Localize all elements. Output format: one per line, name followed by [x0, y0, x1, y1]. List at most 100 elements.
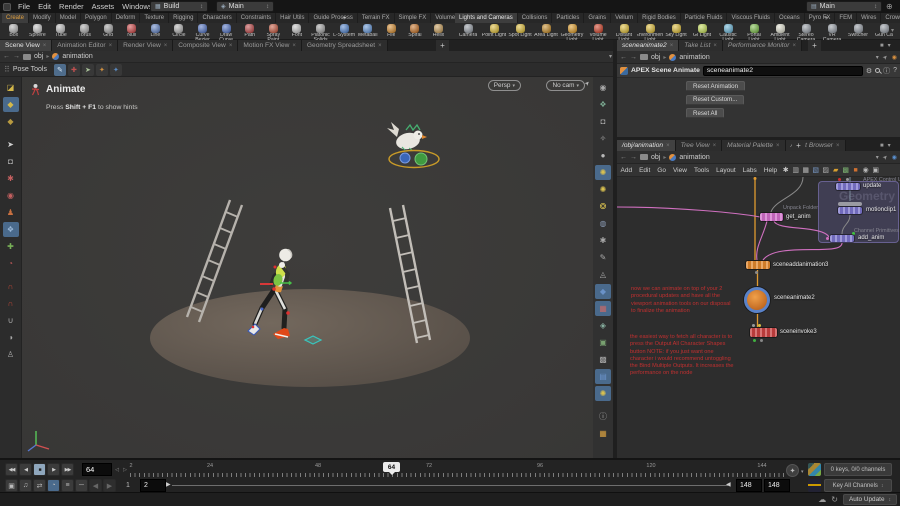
pane-tab[interactable]: Take List ×: [679, 40, 723, 51]
display-option-icon[interactable]: ⓘ: [595, 409, 611, 424]
display-option-icon[interactable]: ▦: [595, 301, 611, 316]
no-cam-dropdown[interactable]: No cam ▾: [546, 80, 585, 91]
pane-menu[interactable]: ■ ▾: [876, 40, 895, 51]
shelf-tool[interactable]: Path: [238, 23, 262, 40]
pane-tab[interactable]: Animation Editor ×: [52, 40, 119, 51]
shelf-tab[interactable]: Vellum: [611, 13, 639, 23]
shelf-tool[interactable]: Geometry Light: [559, 23, 585, 40]
shelf-tab[interactable]: Hair Utils: [276, 13, 310, 23]
close-icon[interactable]: ×: [670, 43, 674, 49]
shelf-tab[interactable]: Texture: [140, 13, 170, 23]
node-input-dot[interactable]: [826, 237, 829, 240]
viewport-canvas[interactable]: Animate Press Shift + F1 to show hints P…: [22, 77, 593, 458]
desktop-main-dropdown[interactable]: ▤ Main ↕: [806, 1, 882, 12]
network-editor-canvas[interactable]: Geometry APEX Control Update Parm update…: [617, 177, 900, 458]
network-toolbar-icon[interactable]: ▦: [801, 165, 811, 175]
playbar-option-icon[interactable]: ≡: [61, 479, 74, 492]
cloud-icon[interactable]: ☁: [818, 495, 826, 504]
node-sceneaddanimation3[interactable]: [746, 261, 770, 269]
menu-item[interactable]: Edit: [34, 2, 55, 11]
network-toolbar-icon[interactable]: ✱: [781, 165, 791, 175]
shelf-tab[interactable]: Modify: [29, 13, 56, 23]
close-icon[interactable]: ×: [43, 43, 47, 49]
playbar-option-icon[interactable]: ◀: [89, 479, 102, 492]
shelf-tab[interactable]: Crowds: [881, 13, 900, 23]
range-slider-right-handle[interactable]: ◀: [726, 481, 731, 488]
playbar-option-icon[interactable]: ⇄: [33, 479, 46, 492]
shelf-tab[interactable]: Guide Process: [309, 13, 358, 23]
shelf-tool[interactable]: Spot Light: [507, 23, 533, 40]
playhead[interactable]: 64: [383, 462, 400, 475]
node-bypass-dot[interactable]: [760, 339, 763, 342]
snapshot-icon[interactable]: ◉: [892, 154, 897, 161]
pin-icon[interactable]: ➤: [881, 53, 890, 61]
back-icon[interactable]: ←: [620, 154, 627, 161]
shelf-tool[interactable]: Helix: [427, 23, 451, 40]
tool-icon[interactable]: ◘: [3, 154, 19, 169]
tool-icon[interactable]: ◪: [3, 80, 19, 95]
shelf-tool[interactable]: Grid: [96, 23, 120, 40]
menu-item[interactable]: File: [14, 2, 34, 11]
close-icon[interactable]: ×: [713, 143, 717, 149]
reset-animation-button[interactable]: Reset Animation: [686, 81, 746, 91]
global-range-end-field[interactable]: [764, 479, 790, 492]
search-icon[interactable]: [875, 68, 881, 73]
network-menu-item[interactable]: Go: [654, 167, 670, 174]
pane-tab[interactable]: Performance Monitor ×: [722, 40, 803, 51]
close-icon[interactable]: ×: [793, 43, 797, 49]
network-toolbar-icon[interactable]: ▩: [841, 165, 851, 175]
shelf-tab[interactable]: Particles: [552, 13, 585, 23]
shelf-tab[interactable]: Terrain FX: [357, 13, 395, 23]
shelf-tool[interactable]: Volume Light: [585, 23, 611, 40]
shelf-tool[interactable]: Switcher: [845, 23, 871, 40]
reset-custom-button[interactable]: Reset Custom...: [686, 94, 745, 105]
display-option-icon[interactable]: ◬: [595, 267, 611, 282]
network-menu-item[interactable]: Edit: [636, 167, 654, 174]
gallery-icon[interactable]: ◉: [892, 54, 897, 61]
shelf-tool[interactable]: Portal Light: [741, 23, 767, 40]
shelf-tab[interactable]: Deform: [111, 13, 141, 23]
display-option-icon[interactable]: ◍: [595, 216, 611, 231]
chevron-down-icon[interactable]: ▾: [876, 154, 879, 161]
pane-tab-add-button[interactable]: +: [436, 40, 449, 51]
set-key-button[interactable]: ✦: [786, 464, 799, 477]
shelf-tool[interactable]: Stereo Camera: [793, 23, 819, 40]
display-option-icon[interactable]: ✺: [595, 182, 611, 197]
shelf-tab-add-button[interactable]: +: [338, 13, 350, 23]
spinner-icon[interactable]: ↕: [874, 4, 877, 10]
shelf-tab[interactable]: Oceans: [775, 13, 805, 23]
chicken-rig[interactable]: [387, 122, 440, 169]
shelf-tab[interactable]: Simple FX: [394, 13, 432, 23]
menu-item[interactable]: Assets: [88, 2, 119, 11]
network-menu-item[interactable]: Layout: [713, 167, 740, 174]
shelf-tool[interactable]: Environment Light: [637, 23, 663, 40]
shelf-tab[interactable]: Rigid Bodies: [638, 13, 681, 23]
shelf-tool[interactable]: GI Light: [689, 23, 715, 40]
display-option-icon[interactable]: ◆: [595, 284, 611, 299]
main-menu-dropdown[interactable]: ◈ Main ↕: [216, 1, 274, 12]
display-option-icon[interactable]: ▣: [595, 335, 611, 350]
drag-handle-icon[interactable]: ⠿: [4, 65, 10, 74]
forward-icon[interactable]: →: [630, 154, 637, 161]
pane-tab[interactable]: Geometry Spreadsheet ×: [301, 40, 388, 51]
tool-icon[interactable]: ♙: [3, 347, 19, 362]
node-name-field[interactable]: [702, 65, 863, 76]
shelf-tool[interactable]: Ambient Light: [767, 23, 793, 40]
chevron-down-icon[interactable]: ▾: [876, 54, 879, 61]
node-update[interactable]: [836, 183, 860, 190]
view-persp-dropdown[interactable]: Persp ▾: [487, 80, 521, 91]
shelf-tool[interactable]: Spiral: [403, 23, 427, 40]
shelf-tool[interactable]: Area Light: [533, 23, 559, 40]
close-icon[interactable]: ×: [292, 43, 296, 49]
network-toolbar-icon[interactable]: ■: [851, 165, 861, 175]
breadcrumb-current[interactable]: animation: [679, 54, 709, 61]
network-toolbar-icon[interactable]: ▣: [871, 165, 881, 175]
tool-icon[interactable]: ✚: [3, 239, 19, 254]
shelf-tool[interactable]: Point Light: [481, 23, 507, 40]
back-icon[interactable]: ←: [620, 54, 627, 61]
pane-tab[interactable]: Composite View ×: [173, 40, 239, 51]
pane-tab[interactable]: Motion FX View ×: [238, 40, 302, 51]
close-icon[interactable]: ×: [666, 143, 670, 149]
animation-layer-icon[interactable]: [808, 479, 821, 492]
shelf-tab[interactable]: Viscous Fluids: [727, 13, 776, 23]
